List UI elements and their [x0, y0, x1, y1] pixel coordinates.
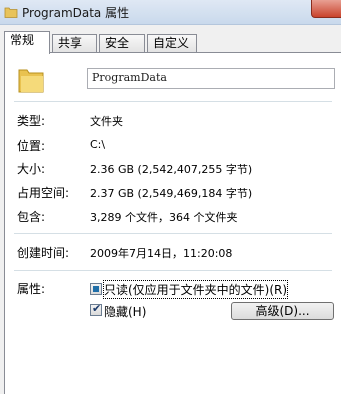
created-label: 创建时间: — [17, 246, 70, 260]
location-value: C:\ — [90, 138, 106, 151]
size-value: 2.36 GB (2,542,407,255 字节) — [90, 163, 253, 176]
hidden-label[interactable]: 隐藏(H) — [104, 303, 146, 320]
title-bar[interactable]: ProgramData 属性 — [0, 0, 341, 25]
attributes-label: 属性: — [17, 282, 46, 296]
readonly-checkbox[interactable] — [90, 283, 102, 295]
created-value: 2009年7月14日，11:20:08 — [90, 247, 233, 260]
size-on-disk-label: 占用空间: — [17, 186, 70, 200]
type-label: 类型: — [17, 114, 46, 128]
folder-icon — [18, 69, 44, 93]
type-value: 文件夹 — [90, 115, 123, 128]
hidden-checkbox[interactable] — [90, 302, 102, 316]
size-on-disk-value: 2.37 GB (2,549,469,184 字节) — [90, 187, 253, 200]
tab-security[interactable]: 安全 — [99, 34, 145, 52]
readonly-label[interactable]: 只读(仅应用于文件夹中的文件)(R) — [102, 280, 289, 299]
tab-strip: 常规 共享 安全 自定义 — [0, 25, 341, 54]
close-button[interactable] — [311, 0, 341, 18]
separator — [14, 270, 332, 271]
window-title: ProgramData 属性 — [22, 6, 130, 20]
tab-customize[interactable]: 自定义 — [147, 34, 197, 52]
tab-sharing[interactable]: 共享 — [52, 34, 97, 52]
separator — [14, 101, 332, 102]
advanced-button[interactable]: 高级(D)... — [231, 302, 334, 320]
folder-name-input[interactable]: ProgramData — [87, 68, 335, 89]
folder-icon — [4, 7, 18, 18]
separator — [14, 233, 332, 234]
size-label: 大小: — [17, 162, 46, 176]
location-label: 位置: — [17, 139, 46, 153]
contains-label: 包含: — [17, 210, 46, 224]
contains-value: 3,289 个文件，364 个文件夹 — [90, 211, 238, 224]
tab-general[interactable]: 常规 — [4, 31, 50, 54]
